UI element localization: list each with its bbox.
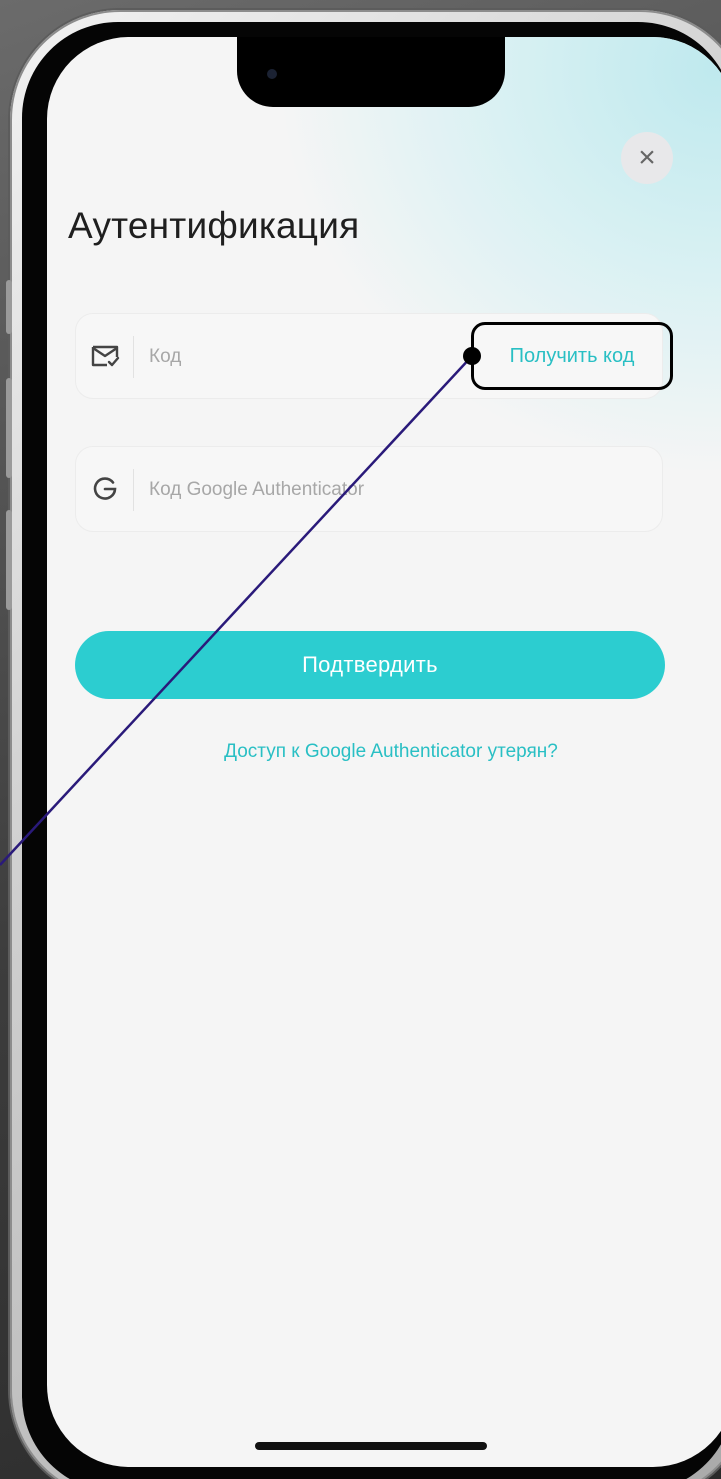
confirm-button[interactable]: Подтвердить <box>75 631 665 699</box>
mute-switch <box>6 280 12 334</box>
google-auth-code-field <box>75 446 663 532</box>
home-indicator <box>255 1442 487 1450</box>
field-divider <box>133 336 134 378</box>
close-icon: × <box>638 141 656 174</box>
google-auth-code-input[interactable] <box>149 469 629 511</box>
front-camera <box>267 69 277 79</box>
get-code-button[interactable]: Получить код <box>471 322 673 390</box>
close-button[interactable]: × <box>621 132 673 184</box>
mail-check-icon <box>88 339 122 373</box>
volume-down-button <box>6 510 12 610</box>
app-screen: × Аутентификация Получить код <box>47 37 721 1467</box>
device-mockup: × Аутентификация Получить код <box>0 0 721 1479</box>
page-title: Аутентификация <box>68 205 360 246</box>
google-g-icon <box>88 472 122 506</box>
notch <box>237 37 505 107</box>
field-divider <box>133 469 134 511</box>
volume-up-button <box>6 378 12 478</box>
email-code-input[interactable] <box>149 336 449 378</box>
lost-google-auth-link[interactable]: Доступ к Google Authenticator утерян? <box>47 741 721 763</box>
